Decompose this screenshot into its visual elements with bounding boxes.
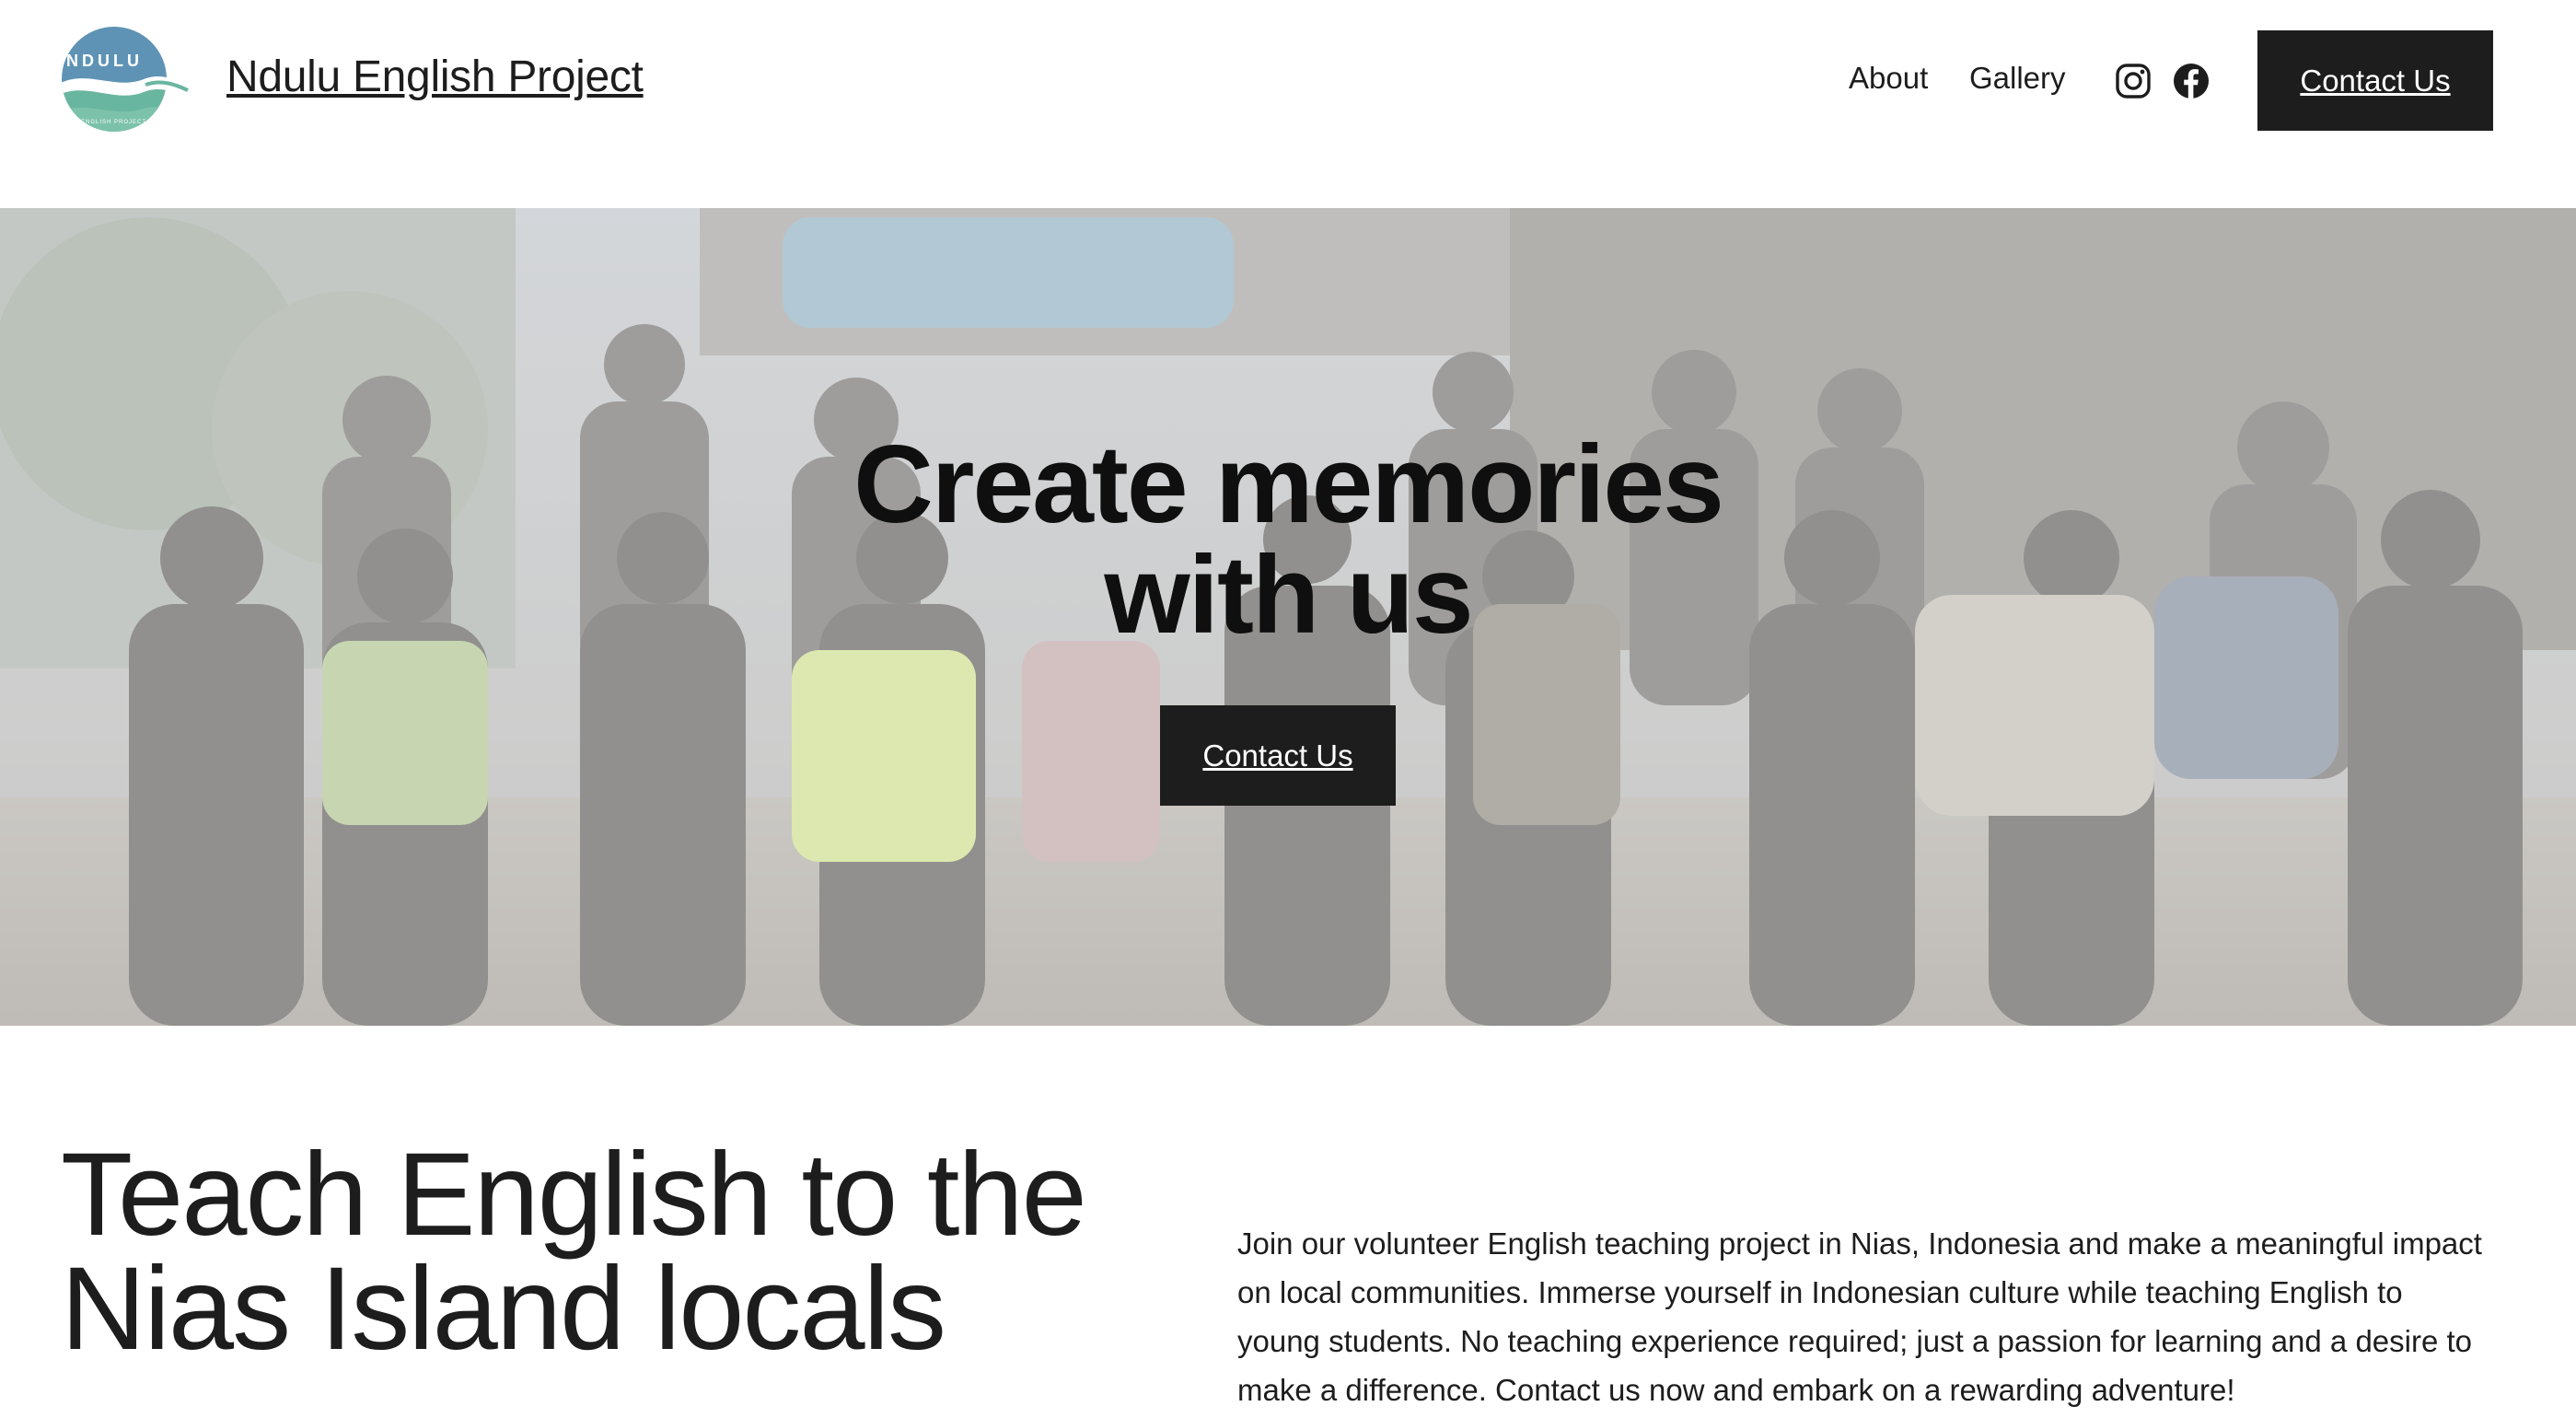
nav-gallery-link[interactable]: Gallery xyxy=(1969,61,2066,96)
instagram-icon[interactable] xyxy=(2115,63,2152,99)
intro-heading-line-1: Teach English to the xyxy=(61,1129,1087,1261)
site-title[interactable]: Ndulu English Project xyxy=(226,52,644,102)
intro-paragraph: Join our volunteer English teaching proj… xyxy=(1237,1226,2482,1407)
logo-emblem: NDULU ENGLISH PROJECT xyxy=(62,27,189,132)
hero-title-line-2: with us xyxy=(1104,533,1473,657)
nav-about-link[interactable]: About xyxy=(1849,61,1928,96)
site-header: NDULU ENGLISH PROJECT Ndulu English Proj… xyxy=(0,0,2576,208)
hero-title: Create memories with us xyxy=(0,429,2576,650)
intro-heading: Teach English to the Nias Island locals xyxy=(61,1136,1166,1368)
site-logo[interactable]: NDULU ENGLISH PROJECT xyxy=(61,26,190,138)
hero-section: Create memories with us Contact Us xyxy=(0,208,2576,1026)
header-contact-button[interactable]: Contact Us xyxy=(2257,30,2493,131)
hero-title-line-1: Create memories xyxy=(853,423,1724,546)
intro-heading-line-2: Nias Island locals xyxy=(61,1243,946,1375)
logo-wordmark: NDULU xyxy=(66,52,143,70)
logo-tagline: ENGLISH PROJECT xyxy=(81,120,146,125)
hero-contact-button[interactable]: Contact Us xyxy=(1160,705,1396,806)
facebook-icon[interactable] xyxy=(2173,63,2210,99)
